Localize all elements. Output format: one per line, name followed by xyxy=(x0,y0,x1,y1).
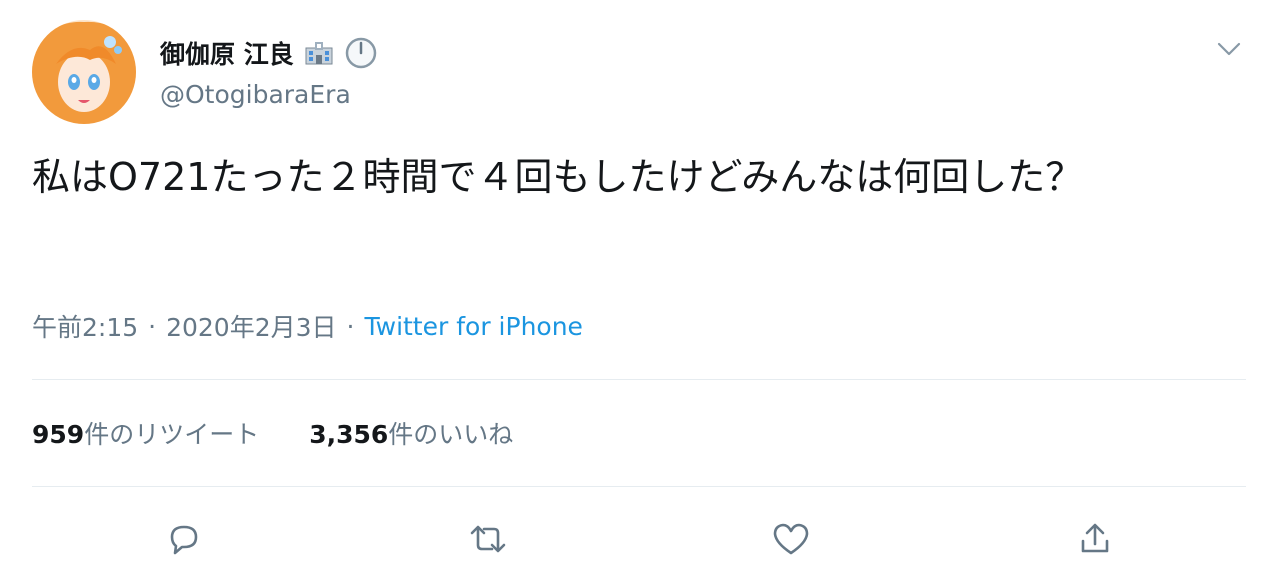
share-icon xyxy=(1081,523,1109,553)
divider xyxy=(32,486,1246,487)
more-options-button[interactable] xyxy=(1212,34,1246,64)
school-building-icon xyxy=(304,40,334,66)
retweet-button[interactable] xyxy=(465,516,511,562)
retweets-stat[interactable]: 959 件のリツイート xyxy=(32,415,259,451)
likes-count: 3,356 xyxy=(309,420,389,449)
like-button[interactable] xyxy=(768,516,814,562)
chevron-down-icon xyxy=(1217,42,1241,56)
reply-button[interactable] xyxy=(161,516,207,562)
tweet-stats: 959 件のリツイート 3,356 件のいいね xyxy=(32,415,513,451)
retweets-label: 件のリツイート xyxy=(84,420,260,449)
author-name-row: 御伽原 江良 xyxy=(160,33,378,73)
author-display-name[interactable]: 御伽原 江良 xyxy=(160,35,294,71)
retweets-count: 959 xyxy=(32,420,85,449)
reply-icon xyxy=(170,525,198,555)
tweet-time[interactable]: 午前2:15 xyxy=(32,308,138,344)
tweet-card: 御伽原 江良 @OtogibaraEra 私はO721たった２時間で４回もしたけ… xyxy=(0,0,1280,587)
tweet-source-link[interactable]: Twitter for iPhone xyxy=(364,312,582,341)
tweet-meta: 午前2:15 · 2020年2月3日 · Twitter for iPhone xyxy=(32,308,583,344)
author-handle[interactable]: @OtogibaraEra xyxy=(160,80,351,109)
divider xyxy=(32,379,1246,380)
meta-separator: · xyxy=(346,311,355,341)
heart-icon xyxy=(773,523,809,555)
meta-separator: · xyxy=(148,311,157,341)
tweet-date[interactable]: 2020年2月3日 xyxy=(166,308,336,344)
avatar[interactable] xyxy=(32,20,136,124)
retweet-icon xyxy=(470,525,506,553)
share-button[interactable] xyxy=(1072,516,1118,562)
tweet-text: 私はO721たった２時間で４回もしたけどみんなは何回した？ xyxy=(32,155,1084,199)
clock-icon xyxy=(344,36,378,70)
likes-stat[interactable]: 3,356 件のいいね xyxy=(309,415,513,451)
likes-label: 件のいいね xyxy=(388,420,514,449)
